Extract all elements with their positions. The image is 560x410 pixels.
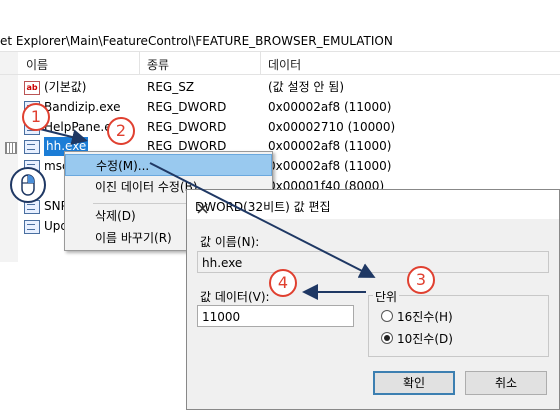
mouse-right-click-icon (10, 167, 46, 203)
annotation-arrows (35, 127, 376, 300)
callout-3: 3 (407, 266, 435, 294)
arrow-row-to-menu (35, 127, 88, 145)
arrow-menu-to-base (149, 162, 376, 278)
callout-4: 4 (269, 269, 297, 297)
callout-2: 2 (107, 117, 135, 145)
callout-1: 1 (22, 103, 50, 131)
